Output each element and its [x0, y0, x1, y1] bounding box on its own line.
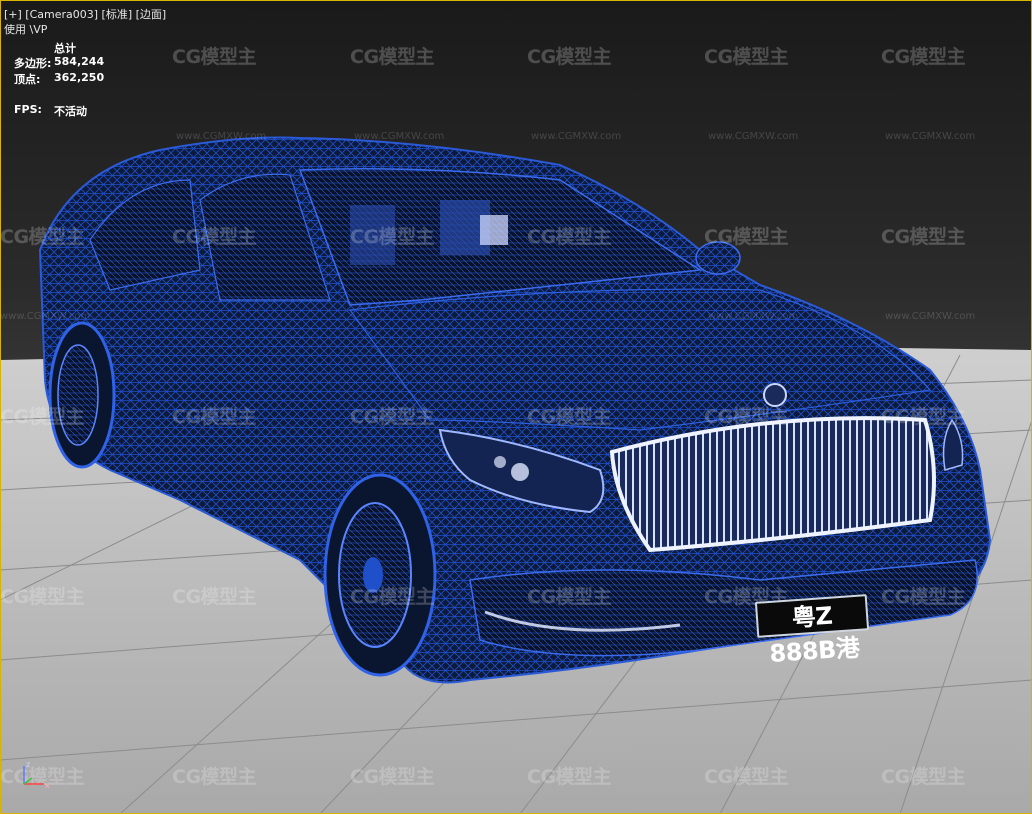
- watermark-logo: CG模型主: [881, 586, 966, 608]
- watermark-logo: CG模型主: [350, 406, 435, 428]
- stats-vertices-label: 顶点:: [14, 73, 41, 86]
- watermark-logo: CG模型主: [704, 766, 789, 788]
- stats-polygons-label: 多边形:: [14, 57, 52, 70]
- stats-fps-label: FPS:: [14, 103, 42, 116]
- watermark-logo: CG模型主: [527, 766, 612, 788]
- watermark-logo: CG模型主: [172, 46, 257, 68]
- watermark-logo: CG模型主: [350, 226, 435, 248]
- watermark-logo: CG模型主: [172, 766, 257, 788]
- watermark-url: www.CGMXW.com: [531, 131, 622, 142]
- viewport-label-menu[interactable]: [+] [Camera003] [标准] [边面]: [4, 6, 166, 22]
- watermark-url: www.CGMXW.com: [176, 131, 267, 142]
- watermark-logo: CG模型主: [881, 226, 966, 248]
- watermark-url: www.CGMXW.com: [708, 131, 799, 142]
- watermark-logo: CG模型主: [350, 46, 435, 68]
- watermark-logo: CG模型主: [527, 586, 612, 608]
- license-plate: 粤Z 888B港: [754, 594, 870, 668]
- viewport-camera003[interactable]: [+] [Camera003] [标准] [边面] 使用 \VP 总计 多边形:…: [0, 0, 1032, 814]
- axis-x-label: x: [45, 781, 50, 790]
- watermark-url: www.CGMXW.com: [885, 131, 976, 142]
- watermark-logo: CG模型主: [350, 586, 435, 608]
- watermark-logo: CG模型主: [704, 46, 789, 68]
- watermark-url: www.CGMXW.com: [885, 311, 976, 322]
- stats-vertices-value: 362,250: [54, 71, 105, 84]
- watermark-logo: CG模型主: [881, 766, 966, 788]
- watermark-logo: CG模型主: [172, 586, 257, 608]
- watermark-url: www.CGMXW.com: [354, 131, 445, 142]
- watermark-logo: CG模型主: [704, 406, 789, 428]
- watermark-logo: CG模型主: [0, 226, 85, 248]
- axis-z-label: z: [26, 760, 30, 769]
- scene-render[interactable]: [0, 0, 1032, 814]
- watermark-logo: CG模型主: [172, 406, 257, 428]
- watermark-logo: CG模型主: [172, 226, 257, 248]
- watermark-logo: CG模型主: [704, 226, 789, 248]
- watermark-logo: CG模型主: [881, 46, 966, 68]
- watermark-logo: CG模型主: [527, 226, 612, 248]
- watermark-logo: CG模型主: [527, 406, 612, 428]
- stats-polygons-value: 584,244: [54, 55, 105, 68]
- watermark-url: www.CGMXW.com: [0, 311, 91, 322]
- watermark-logo: CG模型主: [0, 586, 85, 608]
- viewport-sub-label: 使用 \VP: [4, 23, 48, 36]
- rear-wheel: [48, 321, 116, 469]
- front-wheel: [323, 473, 437, 677]
- watermark-logo: CG模型主: [350, 766, 435, 788]
- stats-header: 总计: [54, 42, 76, 55]
- watermark-logo: CG模型主: [881, 406, 966, 428]
- watermark-logo: CG模型主: [0, 406, 85, 428]
- watermark-url: www.CGMXW.com: [708, 311, 799, 322]
- axis-gizmo-icon: z x: [23, 760, 50, 790]
- watermark-logo: CG模型主: [527, 46, 612, 68]
- stats-fps-value: 不活动: [54, 105, 87, 118]
